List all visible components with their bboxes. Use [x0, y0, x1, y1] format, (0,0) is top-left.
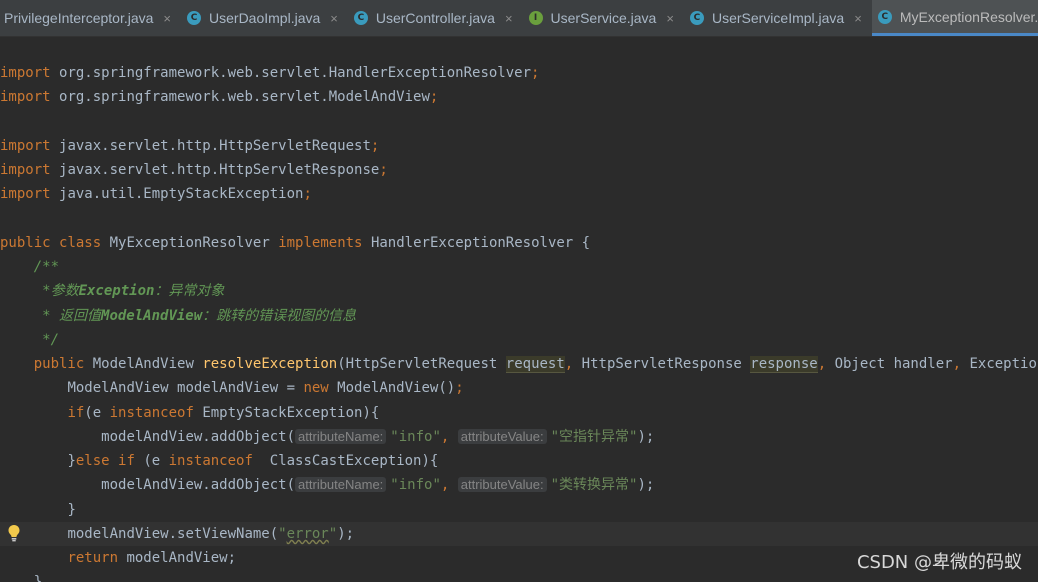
parameter-hint: attributeName: — [295, 477, 387, 492]
interface-icon: I — [528, 11, 543, 25]
tab-label: UserDaoImpl.java — [209, 10, 321, 26]
tab-user-service[interactable]: I UserService.java × — [523, 0, 684, 36]
code-editor[interactable]: import org.springframework.web.servlet.H… — [0, 37, 1038, 582]
code-line: import java.util.EmptyStackException; — [0, 186, 312, 202]
code-line: * 返回值ModelAndView：跳转的错误视图的信息 — [33, 308, 357, 324]
close-tab-icon[interactable]: × — [330, 11, 338, 26]
code-line: */ — [33, 332, 60, 348]
tab-privilege-interceptor[interactable]: PrivilegeInterceptor.java × — [0, 0, 181, 36]
watermark: CSDN @卑微的码蚁 — [856, 552, 1022, 573]
tab-label: UserController.java — [375, 10, 495, 26]
code-line: public class MyExceptionResolver impleme… — [0, 235, 591, 251]
code-line: *参数Exception：异常对象 — [33, 283, 225, 299]
editor-tab-bar: PrivilegeInterceptor.java × C UserDaoImp… — [0, 0, 1038, 37]
lightbulb-icon[interactable] — [7, 524, 21, 542]
code-line: modelAndView.addObject(attributeName: "in… — [101, 429, 655, 445]
tab-user-controller[interactable]: C UserController.java × — [348, 0, 523, 36]
class-icon: C — [187, 11, 202, 25]
close-tab-icon[interactable]: × — [666, 11, 674, 26]
class-icon: C — [877, 9, 892, 24]
current-code-line: modelAndView.setViewName("error"); — [0, 522, 1038, 547]
parameter-hint: attributeValue: — [457, 429, 547, 444]
tab-label: PrivilegeInterceptor.java — [4, 10, 154, 26]
close-tab-icon[interactable]: × — [163, 11, 171, 26]
code-line: ModelAndView modelAndView = new ModelAnd… — [67, 380, 464, 396]
code-line: } — [67, 502, 76, 518]
code-line: import javax.servlet.http.HttpServletReq… — [0, 138, 380, 154]
class-icon: C — [689, 11, 704, 25]
close-tab-icon[interactable]: × — [854, 11, 862, 26]
code-line: import org.springframework.web.servlet.H… — [0, 65, 540, 81]
code-line: }else if (e instanceof ClassCastExceptio… — [67, 453, 439, 469]
tab-user-dao-impl[interactable]: C UserDaoImpl.java × — [181, 0, 348, 36]
code-line: if(e instanceof EmptyStackException){ — [67, 405, 380, 421]
tab-user-service-impl[interactable]: C UserServiceImpl.java × — [684, 0, 872, 36]
tab-label: MyExceptionResolver.java — [899, 8, 1038, 25]
code-line: import org.springframework.web.servlet.M… — [0, 89, 439, 105]
code-line: modelAndView.addObject(attributeName: "in… — [101, 477, 655, 493]
code-line: /** — [33, 259, 60, 275]
parameter-hint: attributeName: — [295, 429, 387, 444]
close-tab-icon[interactable]: × — [505, 11, 513, 26]
tab-label: UserService.java — [550, 10, 657, 26]
parameter-hint: attributeValue: — [457, 477, 547, 492]
code-line: import javax.servlet.http.HttpServletRes… — [0, 162, 388, 178]
code-line: public ModelAndView resolveException(Htt… — [33, 356, 1038, 373]
class-icon: C — [353, 11, 368, 25]
tab-my-exception-resolver[interactable]: C MyExceptionResolver.java — [871, 0, 1038, 36]
tab-label: UserServiceImpl.java — [711, 10, 845, 26]
